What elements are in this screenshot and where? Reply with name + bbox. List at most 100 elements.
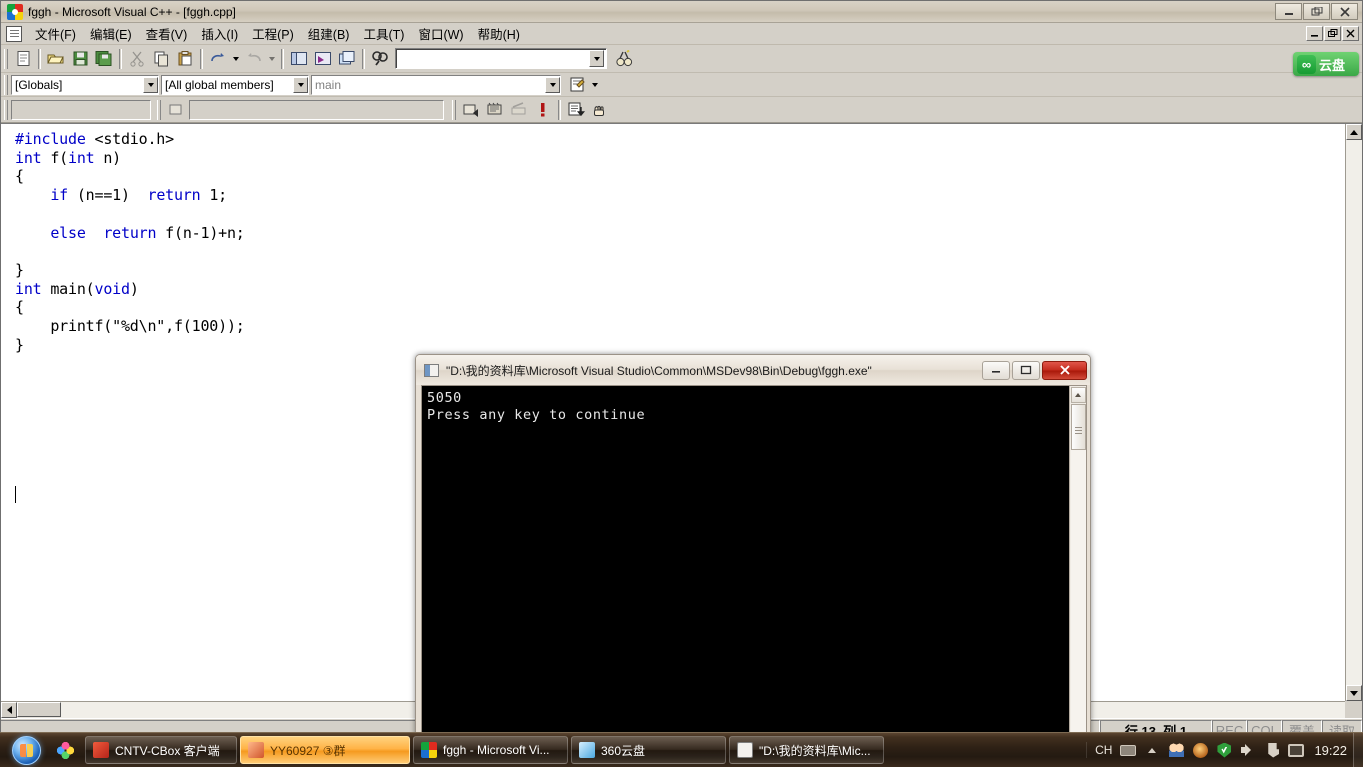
horizontal-scroll-thumb[interactable] <box>17 702 61 717</box>
save-all-icon[interactable] <box>92 47 116 70</box>
function-combo[interactable]: main <box>311 74 561 95</box>
show-desktop-button[interactable] <box>1353 732 1363 767</box>
lion-tray-icon[interactable] <box>1192 742 1208 758</box>
menu-help[interactable]: 帮助(H) <box>471 22 527 45</box>
wizardbar-dropdown-icon[interactable] <box>589 73 601 96</box>
mdi-close-button[interactable] <box>1342 26 1359 41</box>
code-token: { <box>15 167 24 186</box>
search-dropdown-arrow[interactable] <box>589 50 604 67</box>
cut-icon[interactable] <box>125 47 149 70</box>
window-close-button[interactable] <box>1331 3 1358 20</box>
scrollbar-corner <box>1345 701 1362 718</box>
console-minimize-button[interactable] <box>982 360 1010 380</box>
cloud360-icon <box>579 742 595 758</box>
taskbar-item-cntv-cbox[interactable]: CNTV-CBox 客户端 <box>85 736 237 764</box>
taskbar-clock[interactable]: 19:22 <box>1312 743 1347 758</box>
menu-window[interactable]: 窗口(W) <box>411 22 470 45</box>
members-combo[interactable]: [All global members] <box>161 74 309 95</box>
menu-edit[interactable]: 编辑(E) <box>83 22 139 45</box>
paste-icon[interactable] <box>173 47 197 70</box>
redo-dropdown-icon[interactable] <box>266 47 278 70</box>
text-caret <box>15 486 16 503</box>
function-combo-arrow[interactable] <box>545 76 560 93</box>
taskbar-item-label: CNTV-CBox 客户端 <box>115 743 220 758</box>
build-icon[interactable] <box>483 98 507 121</box>
console-scroll-track[interactable] <box>1070 450 1086 739</box>
taskbar-item-360-cloud[interactable]: 360云盘 <box>571 736 726 764</box>
menu-view[interactable]: 查看(V) <box>139 22 195 45</box>
menu-tools[interactable]: 工具(T) <box>356 22 411 45</box>
console-output-area[interactable]: 5050 Press any key to continue <box>421 385 1087 739</box>
copy-icon[interactable] <box>149 47 173 70</box>
safely-remove-hardware-icon[interactable] <box>1264 742 1280 758</box>
menu-build[interactable]: 组建(B) <box>301 22 357 45</box>
scroll-left-button[interactable] <box>1 702 17 718</box>
menu-bar: 文件(F) 编辑(E) 查看(V) 插入(I) 工程(P) 组建(B) 工具(T… <box>1 23 1362 45</box>
find-in-files-icon[interactable] <box>368 47 392 70</box>
show-hidden-icons-arrow[interactable] <box>1144 742 1160 758</box>
redo-icon[interactable] <box>242 47 266 70</box>
vertical-scroll-track[interactable] <box>1346 140 1362 685</box>
code-token: printf("%d\n",f(100)); <box>15 317 245 336</box>
window-list-icon[interactable] <box>335 47 359 70</box>
new-file-icon[interactable] <box>11 47 35 70</box>
flower-launcher-icon[interactable] <box>55 740 75 760</box>
wizardbar-grip[interactable] <box>4 74 8 95</box>
compile-icon[interactable] <box>459 98 483 121</box>
cloud-disk-label: 云盘 <box>1319 57 1346 73</box>
buildbar-grip-2[interactable] <box>157 99 161 120</box>
ime-indicator[interactable]: CH <box>1095 743 1112 757</box>
toolbar-separator <box>281 48 284 69</box>
go-debug-icon[interactable] <box>564 98 588 121</box>
workspace-icon[interactable] <box>287 47 311 70</box>
wizardbar-actions-icon[interactable] <box>565 73 589 96</box>
console-title-bar[interactable]: "D:\我的资料库\Microsoft Visual Studio\Common… <box>416 355 1090 385</box>
taskbar-item-yy[interactable]: YY60927 ③群 <box>240 736 410 764</box>
console-maximize-button[interactable] <box>1012 360 1040 380</box>
menu-file[interactable]: 文件(F) <box>28 22 83 45</box>
taskbar-item-label: fggh - Microsoft Vi... <box>443 743 550 757</box>
mdi-minimize-button[interactable] <box>1306 26 1323 41</box>
taskbar-item-visual-cpp[interactable]: fggh - Microsoft Vi... <box>413 736 568 764</box>
mdi-restore-button[interactable] <box>1324 26 1341 41</box>
console-scroll-up-button[interactable] <box>1070 387 1086 403</box>
console-vertical-scrollbar[interactable] <box>1069 386 1086 739</box>
scroll-up-button[interactable] <box>1346 124 1362 140</box>
window-restore-button[interactable] <box>1303 3 1330 20</box>
output-window-icon[interactable] <box>311 47 335 70</box>
execute-program-icon[interactable] <box>531 98 555 121</box>
volume-icon[interactable] <box>1240 742 1256 758</box>
insert-breakpoint-icon[interactable] <box>588 98 612 121</box>
keyboard-icon[interactable] <box>1120 742 1137 758</box>
open-folder-icon[interactable] <box>44 47 68 70</box>
taskbar-item-label: YY60927 ③群 <box>270 743 346 758</box>
cloud-disk-widget[interactable]: ∞ 云盘 <box>1293 52 1359 76</box>
console-close-button[interactable] <box>1042 360 1087 380</box>
undo-icon[interactable] <box>206 47 230 70</box>
scroll-down-button[interactable] <box>1346 685 1362 701</box>
qq-group-icon[interactable] <box>1168 742 1184 758</box>
find-binoculars-icon[interactable] <box>612 47 636 70</box>
globals-combo[interactable]: [Globals] <box>11 74 159 95</box>
save-icon[interactable] <box>68 47 92 70</box>
stop-build-icon[interactable] <box>507 98 531 121</box>
globals-combo-arrow[interactable] <box>143 76 158 93</box>
menu-insert[interactable]: 插入(I) <box>194 22 245 45</box>
start-orb-icon[interactable] <box>3 735 49 766</box>
toolbar-grip[interactable] <box>4 48 8 69</box>
taskbar-item-console[interactable]: "D:\我的资料库\Mic... <box>729 736 884 764</box>
visual-cpp-icon <box>421 742 437 758</box>
buildbar-grip-3[interactable] <box>452 99 456 120</box>
undo-dropdown-icon[interactable] <box>230 47 242 70</box>
console-scroll-thumb[interactable] <box>1070 404 1086 450</box>
network-icon[interactable] <box>1288 742 1305 758</box>
editor-vertical-scrollbar[interactable] <box>1345 124 1362 701</box>
menu-project[interactable]: 工程(P) <box>245 22 301 45</box>
members-combo-arrow[interactable] <box>293 76 308 93</box>
window-title-bar[interactable]: fggh - Microsoft Visual C++ - [fggh.cpp] <box>1 1 1362 23</box>
search-input[interactable] <box>395 48 607 69</box>
window-minimize-button[interactable] <box>1275 3 1302 20</box>
buildbar-spacer-icon[interactable] <box>164 98 186 121</box>
buildbar-grip[interactable] <box>4 99 8 120</box>
security-shield-icon[interactable] <box>1216 742 1232 758</box>
